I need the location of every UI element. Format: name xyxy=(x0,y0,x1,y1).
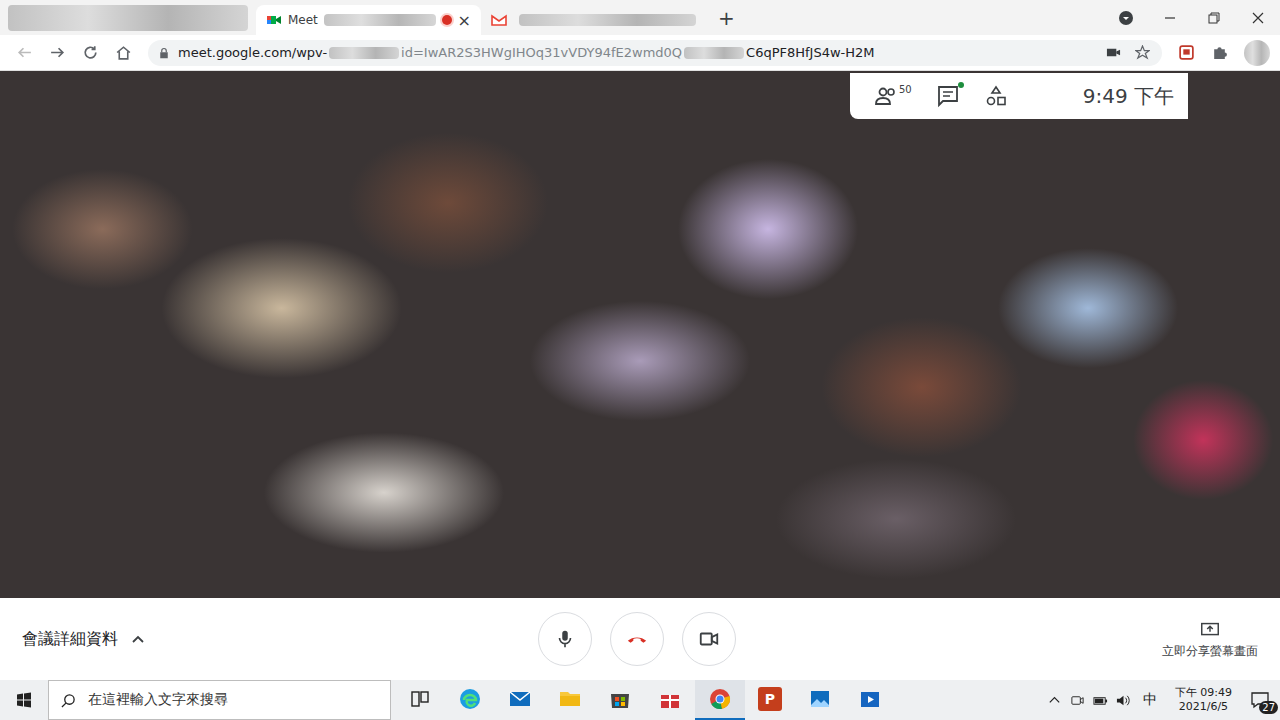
meeting-clock: 9:49 下午 xyxy=(1083,83,1174,110)
participant-count: 50 xyxy=(899,84,912,95)
blurred-url xyxy=(684,47,744,59)
action-center-button[interactable]: 27 xyxy=(1246,686,1274,714)
reload-icon[interactable] xyxy=(82,44,99,61)
screen: Meet × + meet.google.com/wpv- id=IwAR2S3… xyxy=(0,0,1280,720)
blurred-tab-title xyxy=(519,14,696,26)
blurred-avatar xyxy=(1244,40,1270,66)
activities-button[interactable] xyxy=(984,84,1008,108)
hang-up-button[interactable] xyxy=(610,612,664,666)
movies-icon xyxy=(858,687,882,711)
taskbar-app[interactable] xyxy=(845,680,895,720)
back-icon[interactable] xyxy=(16,44,33,61)
extensions-puzzle-icon[interactable] xyxy=(1211,44,1228,61)
chevron-up-icon xyxy=(130,631,146,647)
meet-window: 50 9:49 下午 會議詳細資料 立即分享螢幕畫面 xyxy=(0,71,1280,680)
store-icon xyxy=(608,687,632,711)
tab-label: Meet xyxy=(288,13,318,27)
volume-icon[interactable] xyxy=(1116,693,1131,708)
task-view-icon xyxy=(408,687,432,711)
participants-button[interactable]: 50 xyxy=(874,84,912,108)
taskbar-app[interactable] xyxy=(595,680,645,720)
new-tab-button[interactable]: + xyxy=(718,6,735,30)
forward-icon[interactable] xyxy=(49,44,66,61)
meet-now-icon[interactable] xyxy=(1070,693,1085,708)
call-buttons xyxy=(538,612,736,666)
bookmark-star-icon[interactable] xyxy=(1135,45,1150,60)
search-icon xyxy=(61,693,76,708)
present-screen-icon xyxy=(1199,619,1221,641)
taskbar-search[interactable]: 在這裡輸入文字來搜尋 xyxy=(48,680,391,720)
url-query: id=IwAR2S3HWgIHOq31vVDY94fE2wmd0Q xyxy=(401,45,682,60)
microphone-button[interactable] xyxy=(538,612,592,666)
people-icon xyxy=(874,84,898,108)
clock-date: 2021/6/5 xyxy=(1179,700,1228,714)
system-tray: 中 下午 09:49 2021/6/5 27 xyxy=(1047,686,1280,715)
gift-icon xyxy=(658,687,682,711)
lock-icon xyxy=(158,47,170,59)
blurred-tabs xyxy=(8,5,248,31)
show-hidden-icons-icon[interactable] xyxy=(1047,693,1062,708)
taskbar-app[interactable] xyxy=(645,680,695,720)
taskbar-app[interactable] xyxy=(445,680,495,720)
battery-icon[interactable] xyxy=(1093,693,1108,708)
gmail-icon xyxy=(491,12,507,28)
blurred-url xyxy=(329,47,399,59)
search-placeholder: 在這裡輸入文字來搜尋 xyxy=(88,691,228,709)
participant-video-grid xyxy=(0,71,1280,598)
powerpoint-icon: P xyxy=(758,687,782,711)
url-tail: C6qPF8HfJS4w-H2M xyxy=(746,45,874,60)
blurred-tab-title xyxy=(324,14,436,26)
recording-icon xyxy=(442,15,452,25)
meeting-controls-bar: 會議詳細資料 立即分享螢幕畫面 xyxy=(0,598,1280,680)
mail-icon xyxy=(508,687,532,711)
meeting-details-button[interactable]: 會議詳細資料 xyxy=(22,629,282,650)
tab-close-button[interactable]: × xyxy=(458,11,471,30)
edge-icon xyxy=(458,687,482,711)
camera-icon xyxy=(698,628,720,650)
notification-count: 27 xyxy=(1259,701,1278,714)
hang-up-icon xyxy=(626,628,648,650)
url-host: meet.google.com/wpv- xyxy=(178,45,327,60)
minimize-icon[interactable] xyxy=(1162,10,1178,26)
taskbar-clock[interactable]: 下午 09:49 2021/6/5 xyxy=(1169,686,1238,715)
taskbar-apps: P xyxy=(395,680,895,720)
camera-button[interactable] xyxy=(682,612,736,666)
taskbar-app[interactable] xyxy=(695,680,745,720)
chrome-icon xyxy=(708,687,732,711)
taskbar-app[interactable] xyxy=(395,680,445,720)
taskbar-app[interactable] xyxy=(495,680,545,720)
meeting-details-label: 會議詳細資料 xyxy=(22,629,118,650)
extension-icon[interactable] xyxy=(1178,44,1195,61)
microphone-icon xyxy=(554,628,576,650)
clock-time: 下午 09:49 xyxy=(1175,686,1232,700)
present-now-label: 立即分享螢幕畫面 xyxy=(1162,643,1258,660)
camera-in-use-icon[interactable] xyxy=(1106,45,1121,60)
taskbar-app[interactable]: P xyxy=(745,680,795,720)
input-method-indicator[interactable]: 中 xyxy=(1143,691,1157,709)
chat-button[interactable] xyxy=(936,84,960,108)
chat-icon xyxy=(936,84,960,108)
profile-dropdown-icon[interactable] xyxy=(1118,10,1134,26)
taskbar-app[interactable] xyxy=(545,680,595,720)
windows-start-icon[interactable] xyxy=(16,692,32,708)
address-toolbar: meet.google.com/wpv- id=IwAR2S3HWgIHOq31… xyxy=(0,35,1280,71)
file-explorer-icon xyxy=(558,687,582,711)
browser-tab[interactable] xyxy=(481,5,706,35)
windows-taskbar: 在這裡輸入文字來搜尋 P 中 下午 09:49 2021/6/5 27 xyxy=(0,680,1280,720)
photos-icon xyxy=(808,687,832,711)
activities-icon xyxy=(984,84,1008,108)
present-now-button[interactable]: 立即分享螢幕畫面 xyxy=(1162,619,1258,660)
tab-strip: Meet × + xyxy=(0,0,1280,35)
powerpoint-letter: P xyxy=(765,691,775,707)
meeting-top-panel: 50 9:49 下午 xyxy=(850,73,1188,119)
close-window-icon[interactable] xyxy=(1250,10,1266,26)
unread-dot xyxy=(958,82,964,88)
browser-tab[interactable]: Meet × xyxy=(256,5,481,35)
restore-icon[interactable] xyxy=(1206,10,1222,26)
address-bar[interactable]: meet.google.com/wpv- id=IwAR2S3HWgIHOq31… xyxy=(148,40,1162,66)
home-icon[interactable] xyxy=(115,44,132,61)
meet-icon xyxy=(266,12,282,28)
taskbar-app[interactable] xyxy=(795,680,845,720)
